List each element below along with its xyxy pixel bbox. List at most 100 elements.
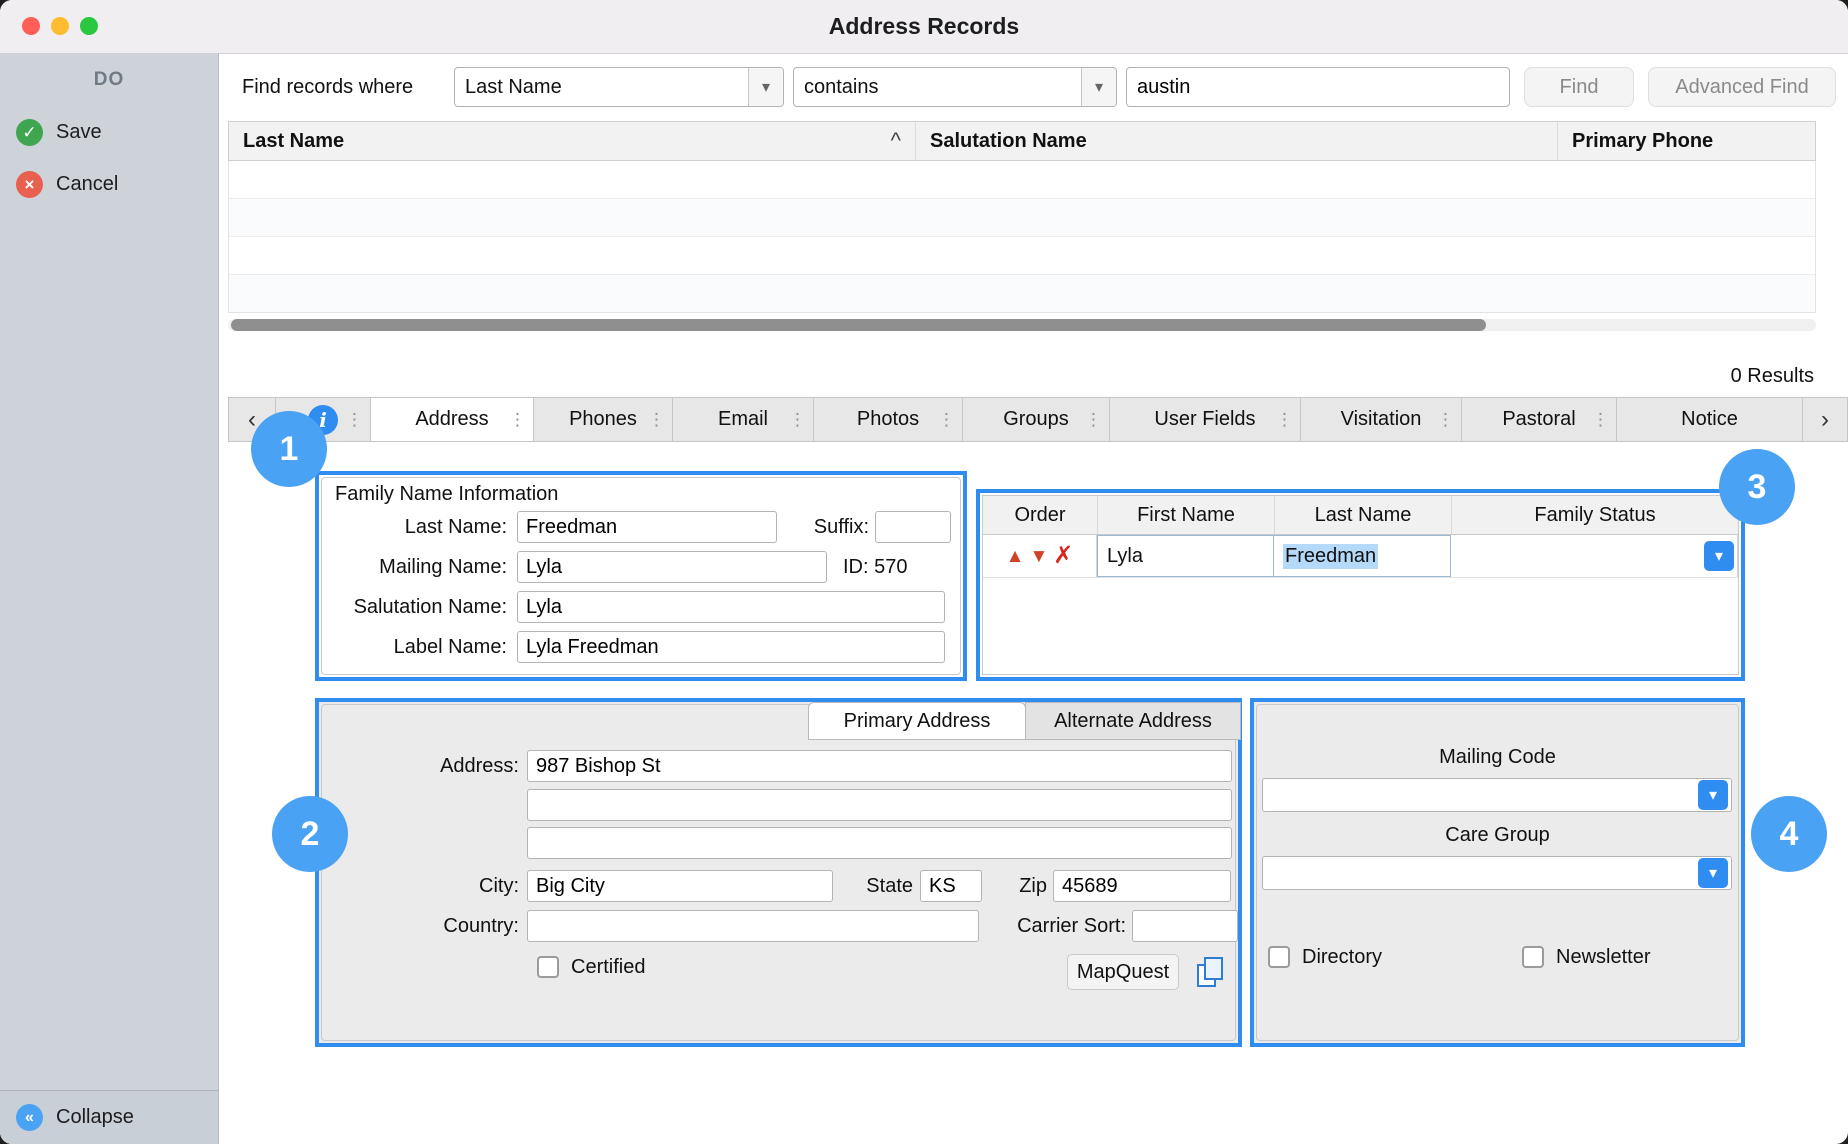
address-line1-input[interactable] xyxy=(527,750,1232,782)
tabs-scroll-right-button[interactable]: › xyxy=(1802,397,1848,442)
column-label: Last Name xyxy=(243,130,344,153)
search-query-input[interactable] xyxy=(1126,67,1510,107)
results-table: Last Name ^ Salutation Name Primary Phon… xyxy=(228,121,1816,331)
carrier-sort-input[interactable] xyxy=(1132,910,1238,942)
address-tabs: Primary Address Alternate Address xyxy=(808,702,1241,740)
mapquest-button[interactable]: MapQuest xyxy=(1067,954,1179,990)
newsletter-checkbox[interactable] xyxy=(1522,946,1544,968)
mailing-code-select[interactable]: ▾ xyxy=(1262,778,1732,812)
directory-checkbox[interactable] xyxy=(1268,946,1290,968)
address-line3-input[interactable] xyxy=(527,827,1232,859)
column-header-family-status: Family Status xyxy=(1451,496,1738,534)
table-row xyxy=(229,199,1815,237)
salutation-name-input[interactable] xyxy=(517,591,945,623)
mailing-code-dropdown-button[interactable]: ▾ xyxy=(1698,780,1728,810)
move-down-icon[interactable]: ▼ xyxy=(1029,547,1048,566)
family-status-cell[interactable]: ▾ xyxy=(1451,535,1738,577)
collapse-button[interactable]: « Collapse xyxy=(0,1090,218,1144)
certified-label: Certified xyxy=(571,955,645,979)
search-field-value: Last Name xyxy=(455,76,748,99)
member-first-name: Lyla xyxy=(1107,545,1143,568)
column-header-salutation-name[interactable]: Salutation Name xyxy=(915,122,1557,160)
label-name-label: Label Name: xyxy=(319,631,507,664)
tab-options-icon[interactable]: ⋮ xyxy=(938,410,955,430)
family-status-dropdown-button[interactable]: ▾ xyxy=(1704,541,1734,571)
tab-options-icon[interactable]: ⋮ xyxy=(1592,410,1609,430)
tab-options-icon[interactable]: ⋮ xyxy=(1276,410,1293,430)
tab-options-icon[interactable]: ⋮ xyxy=(346,410,363,430)
results-table-body xyxy=(228,161,1816,313)
column-header-order: Order xyxy=(983,496,1097,534)
sidebar-header: DO xyxy=(0,69,218,91)
city-label: City: xyxy=(319,870,519,903)
tab-options-icon[interactable]: ⋮ xyxy=(1437,410,1454,430)
table-row xyxy=(229,237,1815,275)
cancel-x-icon: × xyxy=(16,171,43,198)
last-name-label: Last Name: xyxy=(319,511,507,544)
member-first-name-cell[interactable]: Lyla xyxy=(1097,535,1274,577)
tab-phones[interactable]: Phones ⋮ xyxy=(533,397,673,442)
search-operator-select[interactable]: contains ▾ xyxy=(793,67,1117,107)
record-tabs: ‹ i ⋮ Address ⋮ Phones ⋮ Email ⋮ Photos … xyxy=(228,397,1848,442)
tab-primary-address[interactable]: Primary Address xyxy=(808,702,1026,740)
horizontal-scrollbar[interactable] xyxy=(228,319,1816,331)
save-button[interactable]: ✓ Save xyxy=(16,119,102,146)
member-last-name-cell[interactable]: Freedman xyxy=(1274,535,1451,577)
tab-options-icon[interactable]: ⋮ xyxy=(509,410,526,430)
save-label: Save xyxy=(56,121,102,144)
collapse-label: Collapse xyxy=(56,1106,134,1129)
move-up-icon[interactable]: ▲ xyxy=(1006,547,1025,566)
care-group-select[interactable]: ▾ xyxy=(1262,856,1732,890)
care-group-label: Care Group xyxy=(1254,824,1741,847)
tab-label: Photos xyxy=(857,408,919,431)
tab-groups[interactable]: Groups ⋮ xyxy=(962,397,1110,442)
tab-options-icon[interactable]: ⋮ xyxy=(648,410,665,430)
annotation-badge-2: 2 xyxy=(272,796,348,872)
scrollbar-thumb[interactable] xyxy=(231,319,1486,331)
mailing-name-label: Mailing Name: xyxy=(319,551,507,584)
tab-pastoral[interactable]: Pastoral ⋮ xyxy=(1461,397,1617,442)
column-header-first-name: First Name xyxy=(1097,496,1274,534)
family-name-section: Family Name Information Last Name: Suffi… xyxy=(315,471,967,681)
advanced-find-button[interactable]: Advanced Find xyxy=(1648,67,1836,107)
tab-label: Groups xyxy=(1003,408,1069,431)
tab-photos[interactable]: Photos ⋮ xyxy=(813,397,963,442)
tab-visitation[interactable]: Visitation ⋮ xyxy=(1300,397,1462,442)
column-header-last-name[interactable]: Last Name ^ xyxy=(229,122,915,160)
tab-alternate-address[interactable]: Alternate Address xyxy=(1025,702,1241,740)
tab-user-fields[interactable]: User Fields ⋮ xyxy=(1109,397,1301,442)
collapse-chevrons-icon: « xyxy=(16,1104,43,1131)
annotation-badge-1: 1 xyxy=(251,411,327,487)
cancel-button[interactable]: × Cancel xyxy=(16,171,118,198)
label-name-input[interactable] xyxy=(517,631,945,663)
find-records-label: Find records where xyxy=(242,76,442,99)
tab-label: Visitation xyxy=(1341,408,1422,431)
tab-label: Notice xyxy=(1681,408,1738,431)
tab-email[interactable]: Email ⋮ xyxy=(672,397,814,442)
care-group-dropdown-button[interactable]: ▾ xyxy=(1698,858,1728,888)
newsletter-label: Newsletter xyxy=(1556,945,1650,969)
zip-input[interactable] xyxy=(1053,870,1231,902)
column-header-primary-phone[interactable]: Primary Phone xyxy=(1557,122,1815,160)
carrier-sort-label: Carrier Sort: xyxy=(926,910,1126,943)
address-line2-input[interactable] xyxy=(527,789,1232,821)
remove-member-icon[interactable]: ✗ xyxy=(1053,544,1073,568)
mailing-name-input[interactable] xyxy=(517,551,827,583)
app-window: Address Records DO ✓ Save × Cancel « Col… xyxy=(0,0,1848,1144)
search-field-select[interactable]: Last Name ▾ xyxy=(454,67,784,107)
suffix-input[interactable] xyxy=(875,511,951,543)
tab-options-icon[interactable]: ⋮ xyxy=(1085,410,1102,430)
tab-options-icon[interactable]: ⋮ xyxy=(789,410,806,430)
copy-icon[interactable] xyxy=(1197,957,1223,987)
tab-address[interactable]: Address ⋮ xyxy=(370,397,534,442)
find-button[interactable]: Find xyxy=(1524,67,1634,107)
mailing-code-label: Mailing Code xyxy=(1254,746,1741,769)
directory-label: Directory xyxy=(1302,945,1382,969)
suffix-label: Suffix: xyxy=(705,511,869,544)
member-row: ▲ ▼ ✗ Lyla Freedman ▾ xyxy=(983,535,1738,578)
country-input[interactable] xyxy=(527,910,979,942)
tab-notice[interactable]: Notice xyxy=(1616,397,1803,442)
results-count: 0 Results xyxy=(1731,365,1814,388)
sidebar: DO ✓ Save × Cancel « Collapse xyxy=(0,53,219,1144)
certified-checkbox[interactable] xyxy=(537,956,559,978)
